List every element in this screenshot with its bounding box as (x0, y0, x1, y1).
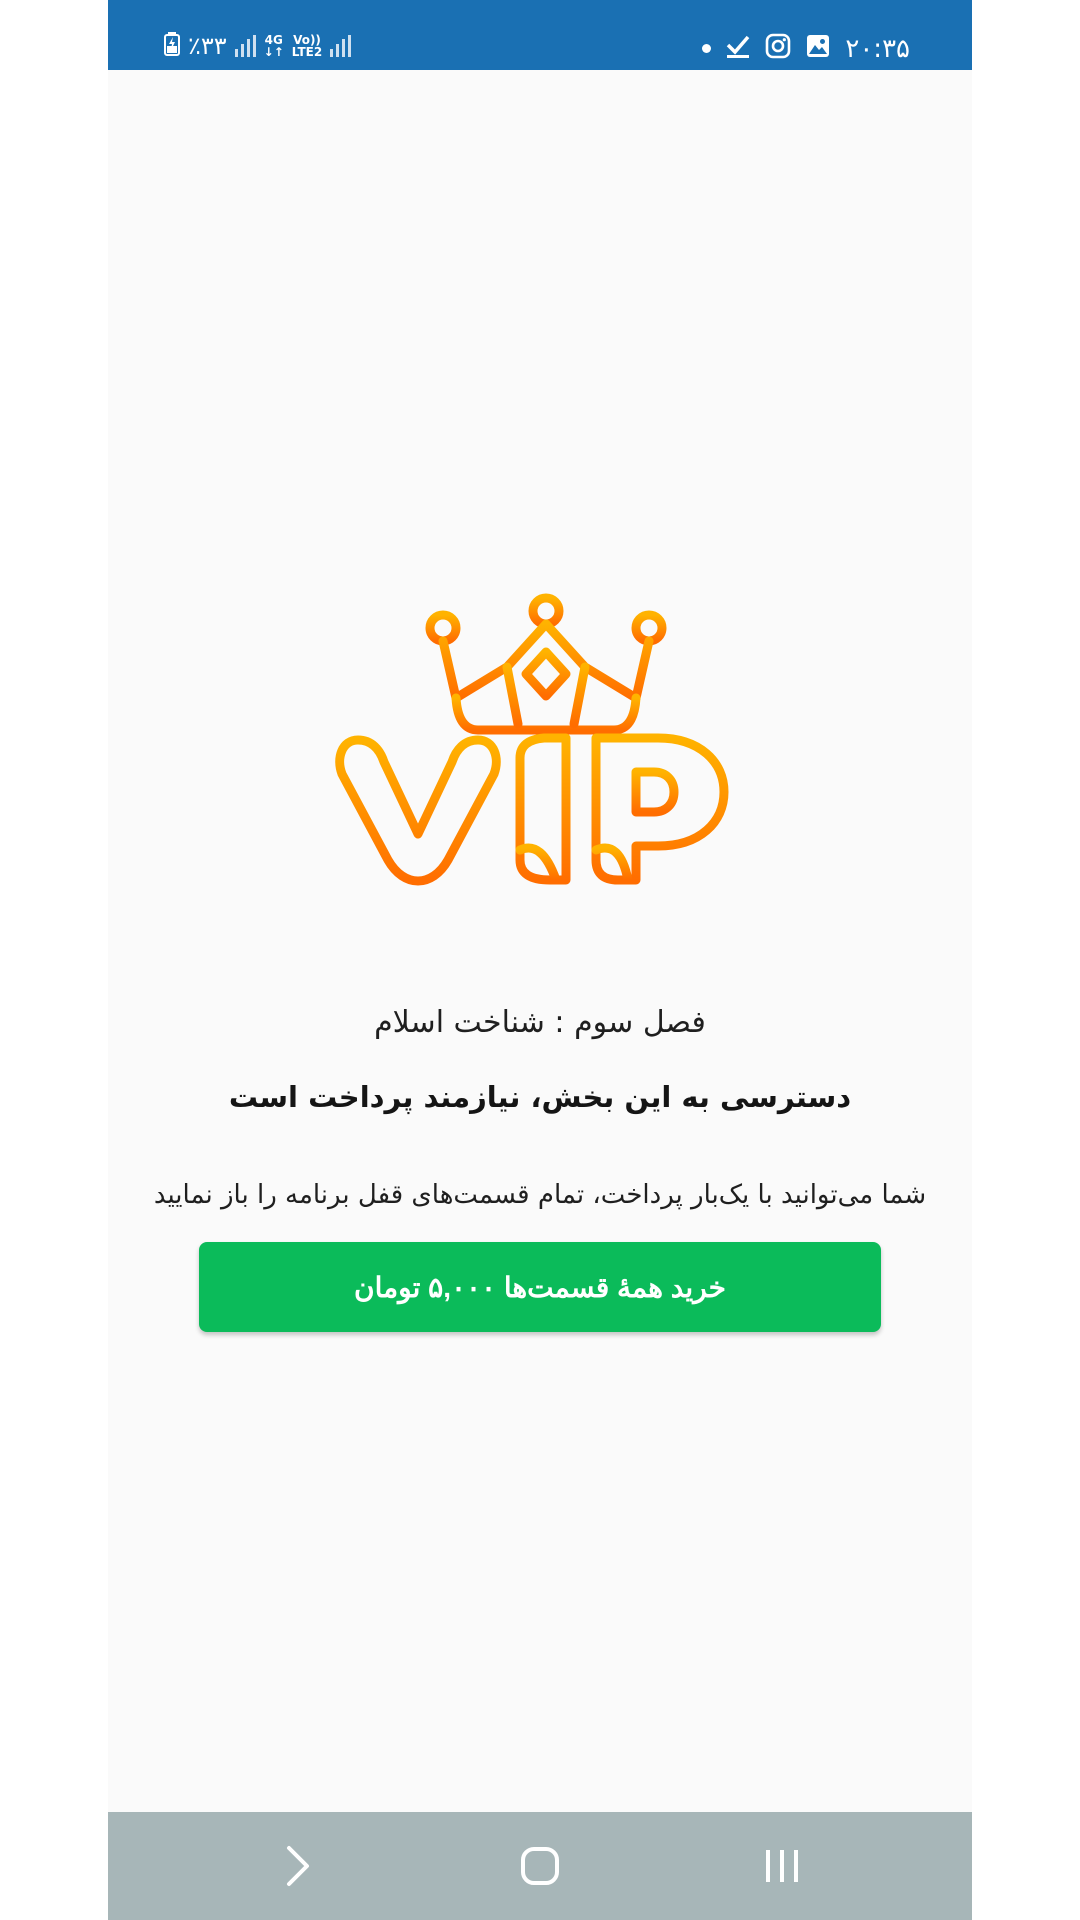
screen: ٪۳۳ 4G ↓↑ Vo)) LTE2 ۲۰:۳۵ فصل سوم: شناخ… (108, 0, 972, 1920)
navigation-bar (108, 1812, 972, 1920)
back-icon (287, 1846, 309, 1886)
vip-crown-logo (335, 593, 729, 886)
gallery-icon (805, 33, 831, 64)
recent-apps-button[interactable] (752, 1838, 812, 1894)
status-left: ٪۳۳ 4G ↓↑ Vo)) LTE2 (164, 32, 352, 60)
main-content: فصل سوم : شناخت اسلام دسترسی به این بخش،… (108, 70, 972, 1812)
network-type-4g: 4G ↓↑ (263, 33, 284, 59)
battery-icon (164, 32, 180, 60)
instagram-icon (765, 33, 791, 64)
check-icon (725, 33, 751, 64)
recent-apps-icon (766, 1850, 798, 1882)
notification-dot-icon (702, 44, 712, 53)
paywall-description: شما می‌توانید با یک‌بار پرداخت، تمام قسم… (153, 1180, 927, 1210)
back-button[interactable] (268, 1838, 328, 1894)
network-type-lte: Vo)) LTE2 (291, 33, 323, 59)
status-bar: ٪۳۳ 4G ↓↑ Vo)) LTE2 ۲۰:۳۵ (108, 0, 972, 70)
home-button[interactable] (510, 1838, 570, 1894)
paywall-headline: دسترسی به این بخش، نیازمند پرداخت است (228, 1080, 852, 1114)
clock: ۲۰:۳۵ (845, 33, 910, 64)
chapter-title: فصل سوم : شناخت اسلام (374, 1005, 706, 1040)
buy-all-button[interactable]: خرید همهٔ قسمت‌ها ۵,۰۰۰ تومان (199, 1242, 881, 1332)
signal-icon-2 (330, 35, 352, 57)
home-icon (521, 1847, 559, 1885)
signal-icon (234, 35, 256, 57)
battery-percent: ٪۳۳ (188, 32, 227, 60)
status-right: ۲۰:۳۵ (702, 33, 910, 64)
